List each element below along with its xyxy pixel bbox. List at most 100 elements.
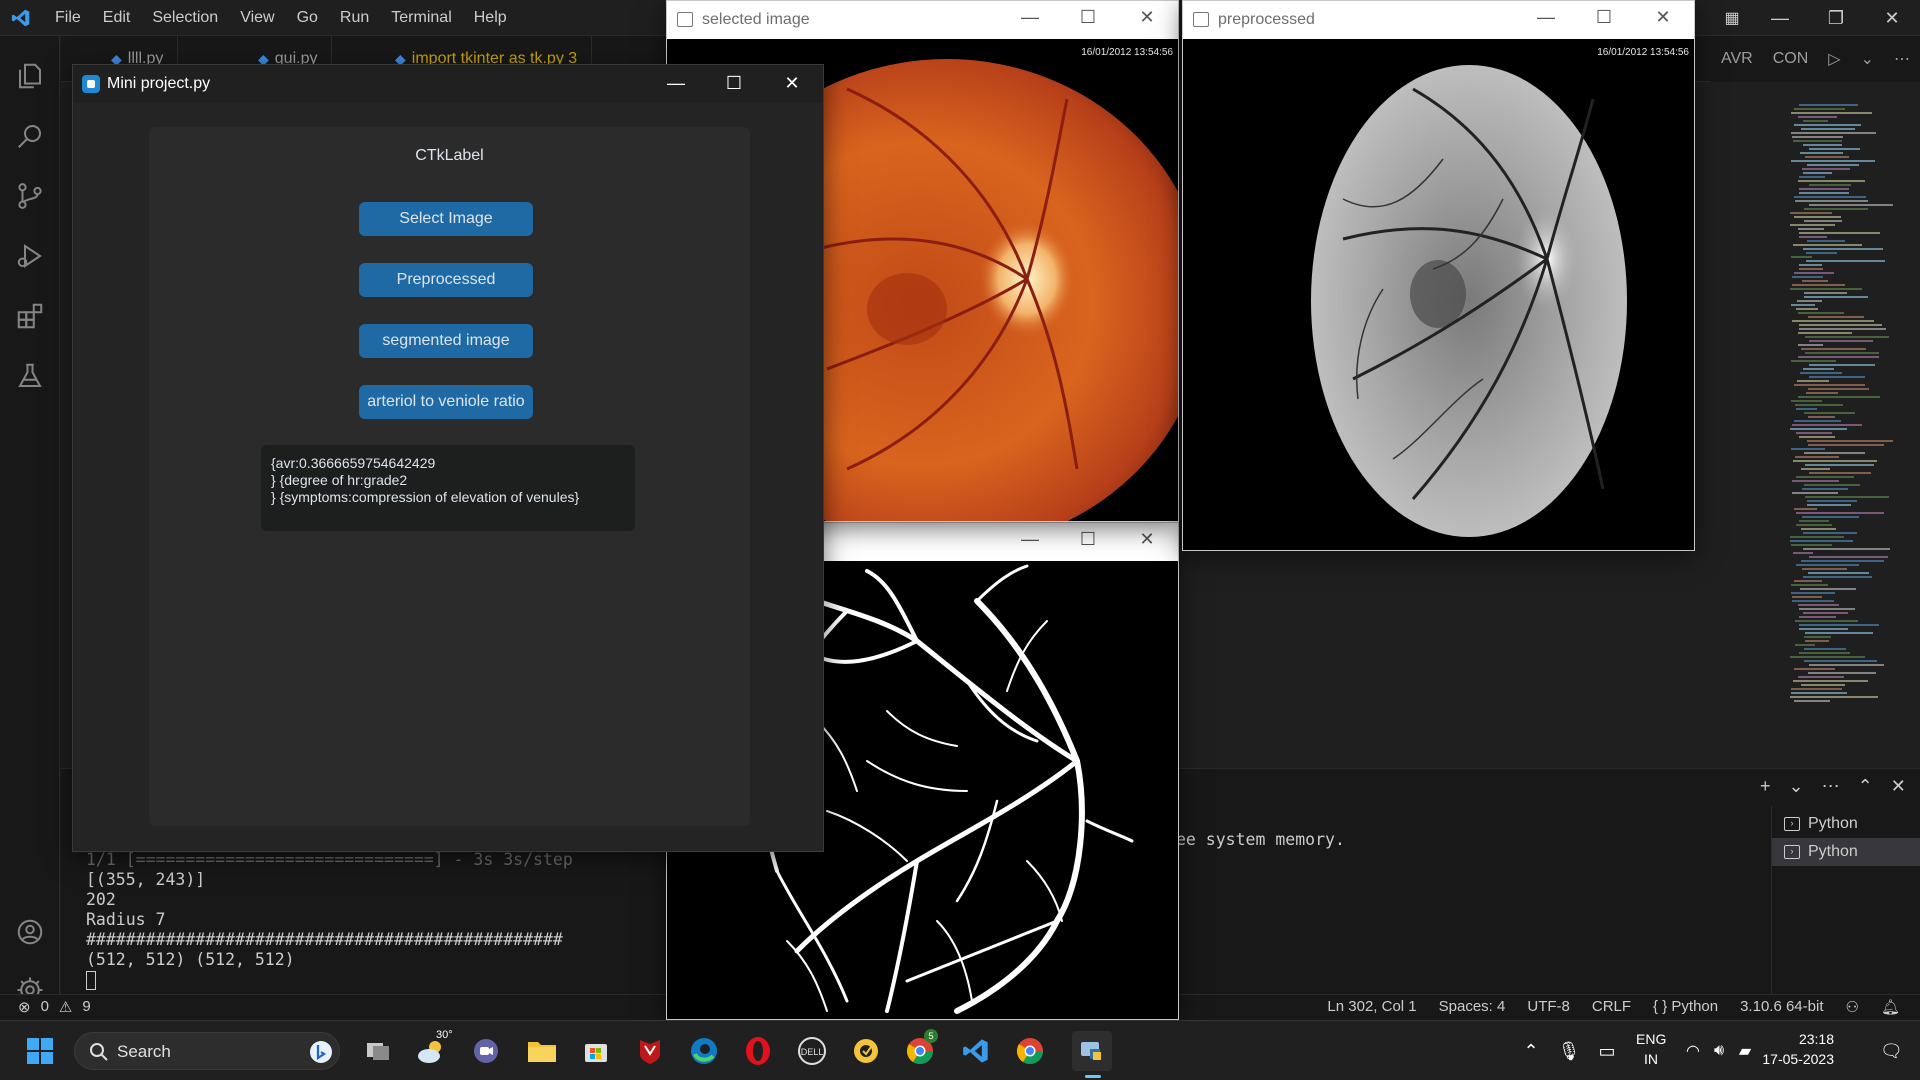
minimap-line xyxy=(1803,144,1842,146)
notifications-bell-icon[interactable]: 🔔︎ xyxy=(1881,998,1900,1016)
maximize-button[interactable]: ☐ xyxy=(719,73,749,94)
dell-app-icon[interactable]: DELL xyxy=(792,1031,832,1071)
minimap-line xyxy=(1798,228,1824,230)
testing-icon[interactable] xyxy=(0,348,60,404)
microsoft-store-icon[interactable] xyxy=(576,1031,616,1071)
minimap[interactable] xyxy=(1790,104,1910,724)
chevron-down-icon[interactable]: ⌄ xyxy=(1789,776,1804,797)
maximize-button[interactable]: ☐ xyxy=(1589,7,1619,28)
customize-layout-icon[interactable]: ▦ xyxy=(1712,8,1752,28)
result-textbox[interactable]: {avr:0.3666659754642429 } {degree of hr:… xyxy=(261,445,635,531)
encoding[interactable]: UTF-8 xyxy=(1527,998,1570,1016)
search-icon[interactable] xyxy=(0,108,60,164)
accounts-icon[interactable] xyxy=(0,904,60,960)
maximize-panel-icon[interactable]: ⌃ xyxy=(1858,776,1873,797)
minimap-line xyxy=(1804,296,1868,298)
minimize-button[interactable]: — xyxy=(1015,529,1045,550)
terminal-item[interactable]: › Python xyxy=(1772,838,1920,866)
clock-date: 17-05-2023 xyxy=(1762,1051,1834,1067)
minimap-line xyxy=(1792,276,1823,278)
preprocessed-image-window[interactable]: preprocessed — ☐ ✕ 16/01/2012 13:54:56 xyxy=(1182,0,1695,551)
minimap-line xyxy=(1801,348,1866,350)
menu-terminal[interactable]: Terminal xyxy=(380,9,462,27)
vscode-taskbar-icon[interactable] xyxy=(956,1031,996,1071)
menu-view[interactable]: View xyxy=(229,9,285,27)
opera-browser-icon[interactable] xyxy=(738,1031,778,1071)
edge-browser-icon[interactable] xyxy=(684,1031,724,1071)
menu-run[interactable]: Run xyxy=(329,9,380,27)
maximize-button[interactable]: ☐ xyxy=(1073,529,1103,550)
more-actions-icon[interactable]: ⋯ xyxy=(1884,49,1920,69)
tab-con[interactable]: CON xyxy=(1763,50,1819,68)
show-hidden-icons-icon[interactable]: ⌃ xyxy=(1512,1041,1550,1062)
close-panel-icon[interactable]: ✕ xyxy=(1891,776,1906,797)
chevron-down-icon[interactable]: ⌄ xyxy=(1851,49,1884,69)
line-ending[interactable]: CRLF xyxy=(1592,998,1631,1016)
restore-button[interactable]: ❐ xyxy=(1808,8,1864,29)
mini-project-window[interactable]: Mini project.py — ☐ ✕ CTkLabel Select Im… xyxy=(72,64,824,852)
terminal-line: ########################################… xyxy=(86,930,563,949)
tablet-mode-icon[interactable]: ▭ xyxy=(1588,1041,1626,1062)
minimize-button[interactable]: — xyxy=(1531,7,1561,28)
menu-selection[interactable]: Selection xyxy=(141,9,229,27)
file-explorer-icon[interactable] xyxy=(522,1031,562,1071)
close-button[interactable]: ✕ xyxy=(1648,7,1678,28)
run-icon[interactable]: ▷ xyxy=(1818,49,1850,69)
language-indicator[interactable]: ENG IN xyxy=(1636,1029,1666,1069)
chrome-profile-icon[interactable]: 5 xyxy=(900,1029,940,1071)
microphone-icon[interactable]: 🎙︎ xyxy=(1550,1041,1588,1062)
close-button[interactable]: ✕ xyxy=(1132,529,1162,550)
segmented-image-button[interactable]: segmented image xyxy=(359,324,533,358)
notifications-icon[interactable]: 🗨︎ xyxy=(1880,1021,1903,1080)
python-interpreter[interactable]: 3.10.6 64-bit xyxy=(1740,998,1823,1016)
language-mode[interactable]: { } Python xyxy=(1653,998,1718,1016)
minimap-line xyxy=(1803,172,1832,174)
mcafee-icon[interactable] xyxy=(630,1031,670,1071)
python-app-icon[interactable] xyxy=(1072,1031,1112,1071)
menu-edit[interactable]: Edit xyxy=(92,9,142,27)
status-icons[interactable]: ◠ 🔊︎ ▰ xyxy=(1680,1021,1758,1080)
explorer-icon[interactable] xyxy=(0,48,60,104)
indentation[interactable]: Spaces: 4 xyxy=(1439,998,1506,1016)
minimize-button[interactable]: — xyxy=(1752,8,1808,29)
teams-meet-icon[interactable] xyxy=(466,1031,506,1071)
extensions-icon[interactable] xyxy=(0,288,60,344)
maximize-button[interactable]: ☐ xyxy=(1073,7,1103,28)
select-image-button[interactable]: Select Image xyxy=(359,202,533,236)
minimap-line xyxy=(1794,272,1834,274)
windows-start-icon[interactable] xyxy=(20,1031,60,1071)
chrome-browser-icon[interactable] xyxy=(1010,1031,1050,1071)
run-debug-icon[interactable] xyxy=(0,228,60,284)
minimize-button[interactable]: — xyxy=(661,73,691,94)
terminal-item[interactable]: › Python xyxy=(1772,810,1920,838)
avr-ratio-button[interactable]: arteriol to veniole ratio xyxy=(359,385,533,419)
new-terminal-icon[interactable]: + xyxy=(1760,776,1771,797)
preprocessed-button[interactable]: Preprocessed xyxy=(359,263,533,297)
minimap-line xyxy=(1799,324,1882,326)
taskbar-search[interactable]: Search xyxy=(74,1032,340,1070)
close-button[interactable]: ✕ xyxy=(777,73,807,94)
minimap-line xyxy=(1799,176,1825,178)
task-view-icon[interactable] xyxy=(358,1031,398,1071)
tab-avr[interactable]: AVR xyxy=(1711,50,1763,68)
terminal-output[interactable]: 1/1 [==============================] - 3… xyxy=(86,850,573,990)
cursor-position[interactable]: Ln 302, Col 1 xyxy=(1327,998,1416,1016)
minimap-line xyxy=(1801,684,1845,686)
close-button[interactable]: ✕ xyxy=(1864,8,1920,29)
minimap-line xyxy=(1792,320,1874,322)
menu-file[interactable]: File xyxy=(44,9,92,27)
minimap-line xyxy=(1799,192,1849,194)
source-control-icon[interactable] xyxy=(0,168,60,224)
menu-go[interactable]: Go xyxy=(286,9,329,27)
weather-widget-icon[interactable]: 30° xyxy=(412,1029,453,1071)
taskbar-clock[interactable]: 23:18 17-05-2023 xyxy=(1748,1029,1834,1069)
more-icon[interactable]: ⋯ xyxy=(1822,776,1840,797)
feedback-icon[interactable]: ⚇ xyxy=(1846,998,1859,1016)
problems-indicator[interactable]: ⊗ 0 ⚠ 9 xyxy=(18,998,91,1016)
minimize-button[interactable]: — xyxy=(1015,7,1045,28)
menu-help[interactable]: Help xyxy=(463,9,518,27)
search-icon xyxy=(90,1043,108,1061)
minimap-line xyxy=(1795,644,1815,646)
close-button[interactable]: ✕ xyxy=(1132,7,1162,28)
norton-icon[interactable] xyxy=(846,1031,886,1071)
